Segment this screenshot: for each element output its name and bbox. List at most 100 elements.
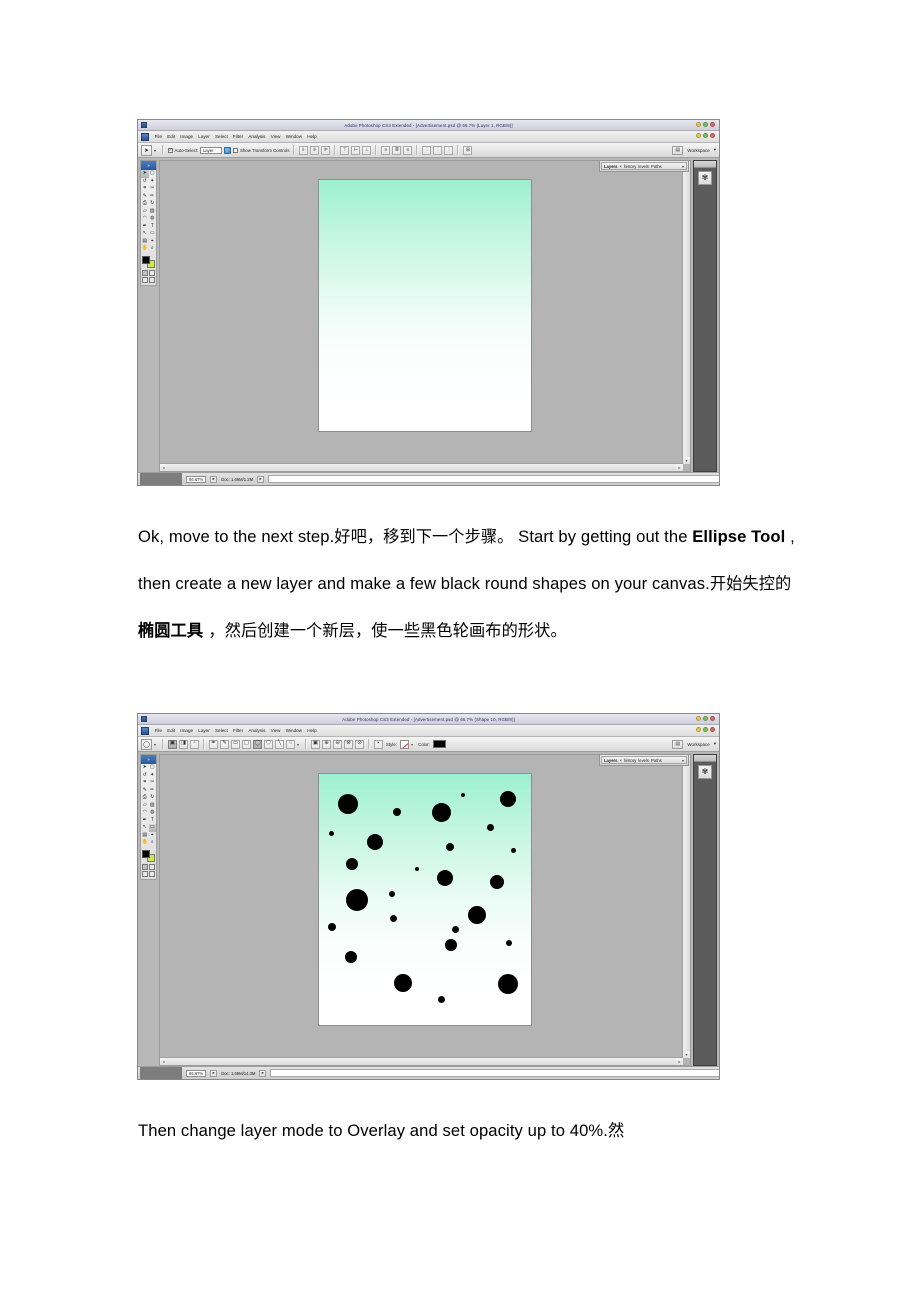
menu-item-filter[interactable]: Filter xyxy=(230,134,245,139)
bridge-icon[interactable]: ▤ xyxy=(672,145,684,155)
paths-button[interactable]: ◨ xyxy=(179,739,189,749)
scroll-down-arrow-icon[interactable]: ▾ xyxy=(683,1051,690,1058)
menu-item-edit[interactable]: Edit xyxy=(165,728,178,733)
shape-layers-button[interactable]: ▣ xyxy=(168,739,178,749)
auto-select-checkbox[interactable]: ✓ Auto-Select: xyxy=(168,147,198,153)
notes-tool-icon[interactable]: ▤ xyxy=(141,832,149,840)
workspace-label[interactable]: Workspace xyxy=(687,148,709,153)
exclude-shape-button[interactable]: ⊘ xyxy=(355,739,365,749)
marquee-tool-icon[interactable]: ▢ xyxy=(149,170,157,178)
type-tool-icon[interactable]: T xyxy=(149,223,157,231)
crop-tool-icon[interactable]: ⌗ xyxy=(141,779,149,787)
scroll-down-arrow-icon[interactable]: ▾ xyxy=(683,457,690,464)
close-button[interactable] xyxy=(710,122,715,127)
navigator-panel-icon[interactable]: ✾ xyxy=(698,171,712,185)
canvas-horizontal-scrollbar-2[interactable]: ◂ ▸ xyxy=(160,1057,683,1065)
show-transform-checkbox[interactable]: Show Transform Controls xyxy=(233,147,289,153)
scroll-left-arrow-icon[interactable]: ◂ xyxy=(160,1058,167,1065)
fill-pixels-button[interactable]: ▫ xyxy=(190,739,200,749)
menu-item-help[interactable]: Help xyxy=(305,134,320,139)
menu-item-help[interactable]: Help xyxy=(305,728,320,733)
crop-tool-icon[interactable]: ⌗ xyxy=(141,185,149,193)
menu-item-edit[interactable]: Edit xyxy=(165,134,178,139)
menu-item-layer[interactable]: Layer xyxy=(196,134,213,139)
menu-item-analysis[interactable]: Analysis xyxy=(246,134,268,139)
status-options-icon[interactable]: ▸ xyxy=(210,475,218,483)
brush-tool-icon[interactable]: ✏ xyxy=(149,787,157,795)
history-brush-icon[interactable]: ↻ xyxy=(149,200,157,208)
dodge-tool-icon[interactable]: ◍ xyxy=(149,215,157,223)
fullscreen-mode-button[interactable] xyxy=(149,870,155,877)
history-brush-icon[interactable]: ↻ xyxy=(149,794,157,802)
ellipse-tool-icon[interactable]: ◯ xyxy=(141,738,152,750)
rounded-rectangle-button[interactable]: ▢ xyxy=(242,739,252,749)
dock-header[interactable] xyxy=(694,755,716,762)
hand-tool-icon[interactable]: ✋ xyxy=(141,839,149,847)
color-swatches-1[interactable] xyxy=(141,255,156,269)
marquee-tool-icon[interactable]: ▢ xyxy=(149,764,157,772)
shape-tool-icon[interactable]: ▭ xyxy=(148,824,156,832)
move-tool-icon[interactable]: ➤ xyxy=(141,764,149,772)
maximize-button[interactable] xyxy=(703,716,708,721)
tab-close-icon[interactable]: × xyxy=(620,164,622,169)
pen-tool-icon[interactable]: ✒ xyxy=(141,223,149,231)
status-arrow-icon[interactable]: ▸ xyxy=(259,1069,267,1077)
navigator-panel-icon[interactable]: ✾ xyxy=(698,765,712,779)
hand-tool-icon[interactable]: ✋ xyxy=(141,245,149,253)
maximize-button[interactable] xyxy=(703,122,708,127)
align-left-edges-button[interactable]: ⊩ xyxy=(299,145,309,155)
menu-item-window[interactable]: Window xyxy=(283,728,305,733)
tool-preset-caret-icon[interactable]: ▾ xyxy=(154,742,156,747)
standard-mode-button[interactable] xyxy=(142,863,148,870)
healing-brush-icon[interactable]: ✎ xyxy=(141,787,149,795)
checkbox-icon[interactable] xyxy=(233,147,239,153)
rectangle-tool-button[interactable]: ▭ xyxy=(231,739,241,749)
menu-item-view[interactable]: View xyxy=(268,134,283,139)
notes-tool-icon[interactable]: ▤ xyxy=(141,238,149,246)
lasso-tool-icon[interactable]: ↺ xyxy=(141,178,149,186)
menu-item-analysis[interactable]: Analysis xyxy=(246,728,268,733)
menu-item-file[interactable]: File xyxy=(152,728,165,733)
pen-tool-button[interactable]: ✒ xyxy=(209,739,219,749)
minimize-button[interactable] xyxy=(696,122,701,127)
zoom-tool-icon[interactable]: ⌕ xyxy=(149,839,157,847)
subtract-from-shape-button[interactable]: ⊖ xyxy=(333,739,343,749)
canvas-horizontal-scrollbar-1[interactable]: ◂ ▸ xyxy=(160,463,683,471)
tab-paths[interactable]: Paths xyxy=(651,758,662,763)
standard-mode-button[interactable] xyxy=(142,269,148,276)
custom-shape-button[interactable]: ♘ xyxy=(286,739,296,749)
doc-minimize-button[interactable] xyxy=(696,727,701,732)
tab-layers[interactable]: Layers xyxy=(604,164,618,169)
scroll-right-arrow-icon[interactable]: ▸ xyxy=(676,464,683,471)
align-vertical-centers-button[interactable]: ⊢ xyxy=(351,145,361,155)
menu-item-file[interactable]: File xyxy=(152,134,165,139)
shape-options-caret-icon[interactable]: ▾ xyxy=(297,742,299,747)
workspace-caret-icon[interactable]: ▾ xyxy=(714,741,716,747)
quickmask-mode-button[interactable] xyxy=(149,269,155,276)
menu-item-select[interactable]: Select xyxy=(212,134,230,139)
blur-tool-icon[interactable]: ◠ xyxy=(141,215,149,223)
zoom-tool-icon[interactable]: ⌕ xyxy=(149,245,157,253)
menu-item-image[interactable]: Image xyxy=(178,134,196,139)
distribute-bottom-button[interactable]: ≡ xyxy=(403,145,413,155)
move-tool-icon[interactable]: ➤ xyxy=(141,170,149,178)
fullscreen-mode-button[interactable] xyxy=(149,276,155,283)
minimize-button[interactable] xyxy=(696,716,701,721)
slice-tool-icon[interactable]: ✂ xyxy=(149,779,157,787)
foreground-color-swatch[interactable] xyxy=(142,849,150,858)
menu-item-filter[interactable]: Filter xyxy=(230,728,245,733)
canvas-vertical-scrollbar-2[interactable]: ▴ ▾ xyxy=(682,755,690,1058)
tools-panel-grip[interactable]: » xyxy=(141,755,156,764)
distribute-right-button[interactable]: ⫶ xyxy=(444,145,454,155)
type-tool-icon[interactable]: T xyxy=(149,817,157,825)
shape-tool-icon[interactable]: ▭ xyxy=(149,230,157,238)
status-arrow-icon[interactable]: ▸ xyxy=(257,475,265,483)
tool-preset-caret-icon[interactable]: ▾ xyxy=(154,148,156,153)
pen-tool-icon[interactable]: ✒ xyxy=(141,817,149,825)
add-to-shape-button[interactable]: ⊕ xyxy=(322,739,332,749)
align-bottom-edges-button[interactable]: ⊥ xyxy=(362,145,372,155)
scroll-right-arrow-icon[interactable]: ▸ xyxy=(676,1058,683,1065)
window-controls-2[interactable] xyxy=(696,716,715,721)
menu-item-window[interactable]: Window xyxy=(283,134,305,139)
freeform-pen-button[interactable]: ✎ xyxy=(220,739,230,749)
